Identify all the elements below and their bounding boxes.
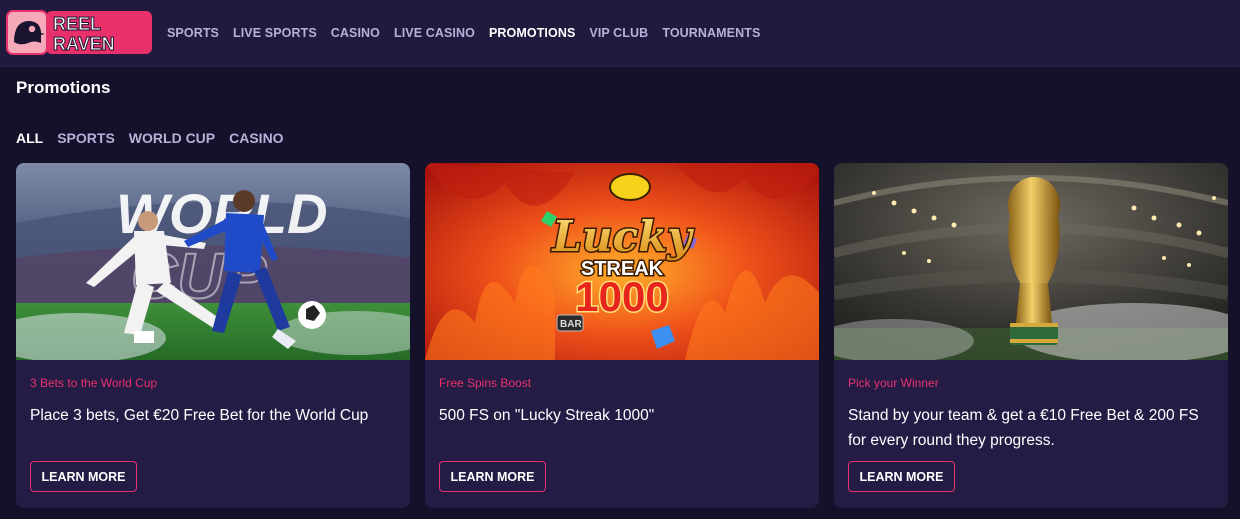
lemon-icon [609, 173, 651, 201]
world-cup-trophy-image[interactable] [834, 163, 1228, 360]
main-nav: SPORTS LIVE SPORTS CASINO LIVE CASINO PR… [167, 0, 760, 66]
promotion-filters: ALL SPORTS WORLD CUP CASINO [16, 130, 284, 146]
learn-more-button[interactable]: LEARN MORE [30, 461, 137, 492]
reel-raven-logo[interactable]: REEL RAVEN [6, 10, 153, 55]
promo-card-free-spins[interactable]: BAR Lucky STREAK 1000 Free Spins Boost 5… [425, 163, 819, 508]
nav-item-casino[interactable]: CASINO [331, 26, 380, 40]
card-title: Place 3 bets, Get €20 Free Bet for the W… [30, 407, 369, 424]
nav-item-vip-club[interactable]: VIP CLUB [589, 26, 648, 40]
nav-item-tournaments[interactable]: TOURNAMENTS [662, 26, 760, 40]
top-navigation-bar: REEL RAVEN SPORTS LIVE SPORTS CASINO LIV… [0, 0, 1240, 67]
filter-all[interactable]: ALL [16, 130, 43, 146]
filter-sports[interactable]: SPORTS [57, 130, 115, 146]
logo-text-line2: RAVEN [53, 34, 115, 54]
card-title: 500 FS on "Lucky Streak 1000" [439, 407, 655, 424]
filter-world-cup[interactable]: WORLD CUP [129, 130, 215, 146]
world-cup-football-image[interactable]: WORLD CUP [16, 163, 410, 360]
page-title: Promotions [16, 78, 111, 97]
lucky-streak-game-image[interactable]: BAR Lucky STREAK 1000 [425, 163, 819, 360]
logo-text-line1: REEL [53, 14, 101, 34]
learn-more-button[interactable]: LEARN MORE [439, 461, 546, 492]
1000-logo-text: 1000 [575, 273, 668, 320]
card-category-tag: Pick your Winner [848, 376, 939, 390]
nav-item-live-casino[interactable]: LIVE CASINO [394, 26, 475, 40]
nav-item-live-sports[interactable]: LIVE SPORTS [233, 26, 317, 40]
promo-card-world-cup[interactable]: WORLD CUP 3 Bets to the World Cup Place … [16, 163, 410, 508]
card-title: Stand by your team & get a €10 Free Bet … [848, 407, 1199, 449]
filter-casino[interactable]: CASINO [229, 130, 283, 146]
bar-symbol-text: BAR [560, 319, 582, 330]
card-category-tag: Free Spins Boost [439, 376, 532, 390]
nav-item-sports[interactable]: SPORTS [167, 26, 219, 40]
promo-card-pick-winner[interactable]: Pick your Winner Stand by your team & ge… [834, 163, 1228, 508]
nav-item-promotions[interactable]: PROMOTIONS [489, 26, 575, 40]
card-category-tag: 3 Bets to the World Cup [30, 376, 158, 390]
learn-more-button[interactable]: LEARN MORE [848, 461, 955, 492]
lucky-logo-text: Lucky [551, 212, 694, 261]
